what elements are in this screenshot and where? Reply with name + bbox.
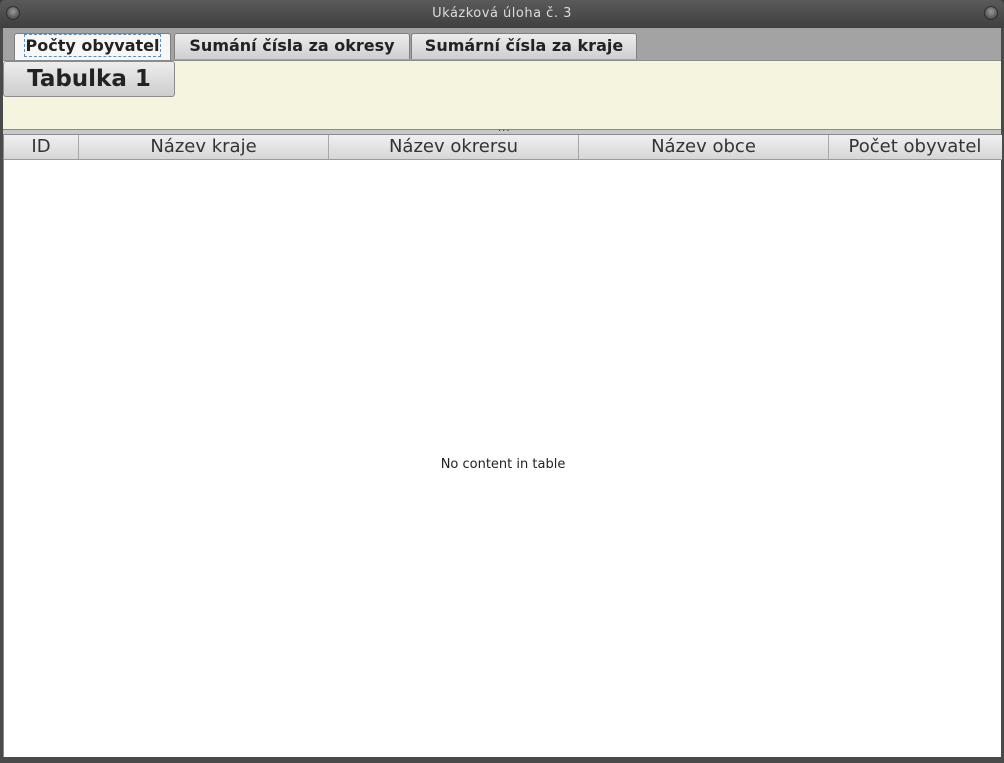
window-close-icon[interactable] (984, 6, 998, 20)
tab-label: Počty obyvatel (23, 34, 162, 57)
divider-grip-icon[interactable]: ... (498, 123, 511, 134)
window-bottom-border (0, 757, 1004, 763)
tab-pocty-obyvatel[interactable]: Počty obyvatel (14, 33, 171, 60)
column-header-nazev-obce[interactable]: Název obce (579, 135, 829, 159)
column-header-nazev-okresu[interactable]: Název okrersu (329, 135, 579, 159)
tabulka-1-button[interactable]: Tabulka 1 (3, 61, 175, 97)
column-header-nazev-kraje[interactable]: Název kraje (79, 135, 329, 159)
client-area: Počty obyvatel Sumání čísla za okresy Su… (3, 28, 1002, 757)
tab-label: Sumání čísla za okresy (189, 36, 395, 55)
tab-bar: Počty obyvatel Sumání čísla za okresy Su… (3, 28, 1001, 61)
top-panel: Tabulka 1 (3, 61, 1001, 129)
table-header: ID Název kraje Název okrersu Název obce … (4, 135, 1002, 160)
column-header-pocet-obyvatel[interactable]: Počet obyvatel (829, 135, 1001, 159)
window-title: Ukázková úloha č. 3 (432, 6, 572, 21)
column-header-id[interactable]: ID (4, 135, 79, 159)
tab-sumarni-cisla-za-kraje[interactable]: Sumární čísla za kraje (411, 33, 637, 59)
data-table[interactable]: ID Název kraje Název okrersu Název obce … (3, 135, 1002, 757)
application-window: Ukázková úloha č. 3 Počty obyvatel Sumán… (0, 0, 1004, 763)
tab-sumani-cisla-za-okresy[interactable]: Sumání čísla za okresy (174, 33, 410, 59)
window-menu-icon[interactable] (6, 6, 20, 20)
tab-label: Sumární čísla za kraje (424, 36, 624, 55)
table-placeholder: No content in table (440, 457, 566, 472)
title-bar[interactable]: Ukázková úloha č. 3 (0, 0, 1004, 28)
